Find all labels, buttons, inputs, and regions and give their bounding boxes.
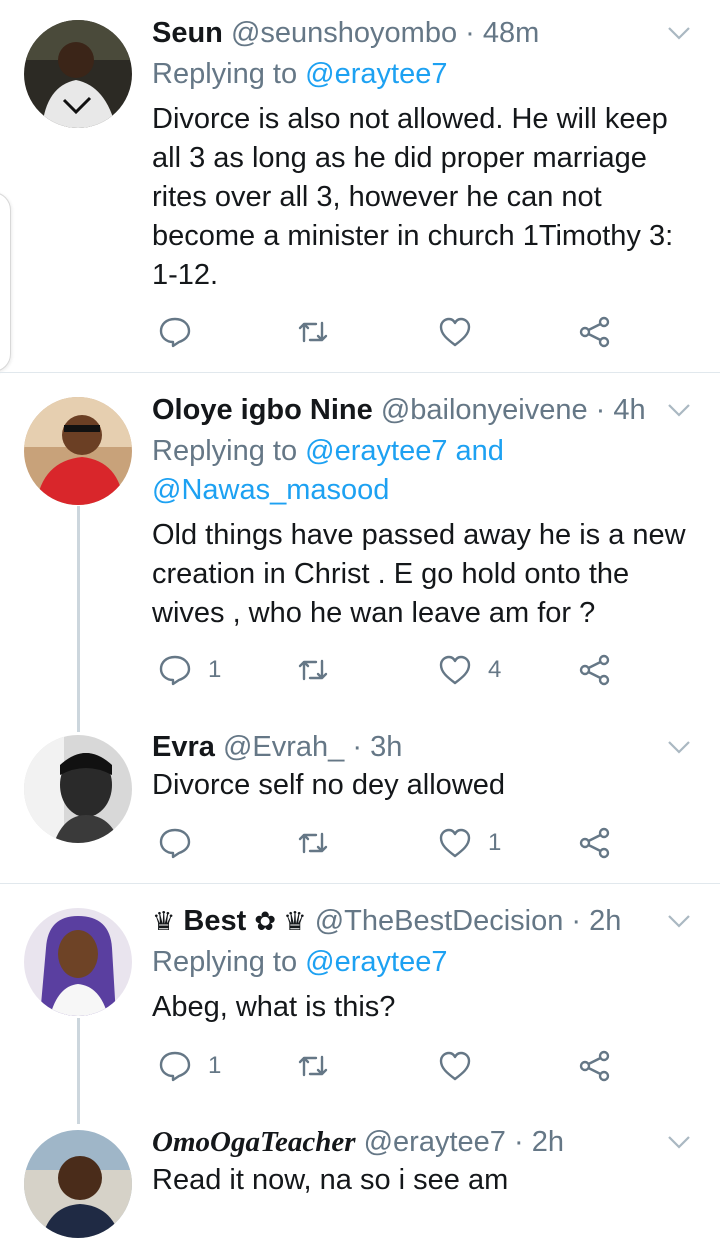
share-button[interactable]	[578, 650, 612, 690]
username[interactable]: @Evrah_	[223, 731, 344, 763]
tweet-actions: 1	[152, 1046, 632, 1086]
tweet-text: Divorce self no dey allowed	[152, 769, 506, 801]
retweet-button[interactable]	[296, 823, 346, 863]
separator: ·	[352, 731, 363, 763]
share-icon	[579, 827, 610, 859]
display-name-emoji: ✿ ♛	[254, 906, 307, 936]
reply-button[interactable]: 1	[158, 650, 221, 690]
timestamp[interactable]: 3h	[370, 731, 402, 763]
tweet-actions: 1 4	[152, 650, 632, 690]
reply-icon	[159, 655, 191, 686]
tweet-text: Abeg, what is this?	[152, 991, 396, 1023]
replying-to-label: Replying to	[152, 435, 298, 467]
retweet-button[interactable]	[296, 312, 346, 352]
share-button[interactable]	[578, 823, 612, 863]
share-icon	[579, 316, 610, 348]
reply-icon	[159, 317, 191, 348]
retweet-icon	[298, 659, 328, 681]
tweet[interactable]: Evra @Evrah_ · 3h Divorce self no dey al…	[0, 725, 720, 883]
chevron-down-icon[interactable]	[666, 908, 692, 934]
like-button[interactable]: 1	[438, 823, 501, 863]
username[interactable]: @bailonyeivene	[381, 394, 588, 426]
username[interactable]: @eraytee7	[364, 1126, 506, 1158]
retweet-button[interactable]	[296, 1046, 346, 1086]
display-name[interactable]: Oloye igbo Nine	[152, 394, 373, 426]
retweet-icon	[298, 1055, 328, 1077]
reply-count: 1	[208, 656, 222, 683]
replying-to-conjunction[interactable]: and	[456, 435, 504, 467]
separator: ·	[465, 17, 475, 49]
heart-icon	[439, 317, 471, 347]
mention-link[interactable]: @eraytee7	[305, 58, 447, 90]
tweet-text: Divorce is also not allowed. He will kee…	[152, 103, 674, 291]
tweet-header: OmoOgaTeacher @eraytee7 · 2h	[152, 1125, 660, 1159]
chevron-down-icon[interactable]	[666, 734, 692, 760]
avatar[interactable]	[24, 397, 132, 505]
replying-to: Replying to @eraytee7 and @Nawas_masood	[152, 432, 692, 510]
replying-to: Replying to @eraytee7	[152, 55, 692, 94]
separator: ·	[595, 394, 606, 426]
mention-link[interactable]: @eraytee7	[305, 946, 447, 978]
chevron-down-icon[interactable]	[666, 1129, 692, 1155]
username[interactable]: @seunshoyombo	[231, 17, 457, 49]
tweet-actions	[152, 312, 632, 352]
tweet[interactable]: ♛ Best ✿ ♛ @TheBestDecision · 2h Replyin…	[0, 884, 720, 1124]
display-name[interactable]: Best	[183, 905, 246, 937]
heart-icon	[439, 1051, 471, 1081]
display-name[interactable]: Seun	[152, 17, 223, 49]
timestamp[interactable]: 2h	[532, 1126, 564, 1158]
username[interactable]: @TheBestDecision	[315, 905, 564, 937]
mention-link[interactable]: @eraytee7	[305, 435, 447, 467]
display-name[interactable]: OmoOgaTeacher	[152, 1126, 356, 1158]
share-button[interactable]	[578, 312, 612, 352]
reply-icon	[159, 828, 191, 859]
tweet-header: ♛ Best ✿ ♛ @TheBestDecision · 2h	[152, 904, 660, 938]
tweet-text: Read it now, na so i see am	[152, 1164, 509, 1196]
replying-to: Replying to @eraytee7	[152, 943, 692, 982]
reply-button[interactable]	[158, 312, 208, 352]
timestamp[interactable]: 4h	[613, 394, 645, 426]
separator: ·	[571, 905, 582, 937]
tweet-header: Seun @seunshoyombo · 48m	[152, 16, 660, 50]
tweet-header: Evra @Evrah_ · 3h	[152, 730, 660, 764]
retweet-button[interactable]	[296, 650, 346, 690]
chevron-down-icon[interactable]	[666, 397, 692, 423]
avatar[interactable]	[24, 735, 132, 843]
share-button[interactable]	[578, 1046, 612, 1086]
timestamp[interactable]: 2h	[589, 905, 621, 937]
chevron-down-icon[interactable]	[666, 20, 692, 46]
heart-icon	[439, 828, 471, 858]
retweet-icon	[298, 321, 328, 343]
tweet-actions: 1	[152, 823, 632, 863]
display-name[interactable]: Evra	[152, 731, 215, 763]
tweet-text: Old things have passed away he is a new …	[152, 519, 686, 629]
avatar[interactable]	[24, 1130, 132, 1238]
tweet-header: Oloye igbo Nine @bailonyeivene · 4h	[152, 393, 660, 427]
timestamp[interactable]: 48m	[483, 17, 539, 49]
heart-icon	[439, 655, 471, 685]
replying-to-label: Replying to	[152, 946, 298, 978]
avatar[interactable]	[24, 20, 132, 128]
reply-icon	[159, 1051, 191, 1082]
display-name-emoji: ♛	[152, 906, 176, 936]
tweet[interactable]: OmoOgaTeacher @eraytee7 · 2h Read it now…	[0, 1124, 720, 1238]
like-count: 4	[488, 656, 502, 683]
reply-button[interactable]: 1	[158, 1046, 221, 1086]
share-icon	[579, 654, 610, 686]
share-icon	[579, 1050, 610, 1082]
separator: ·	[513, 1126, 524, 1158]
like-count: 1	[488, 829, 502, 856]
like-button[interactable]	[438, 312, 488, 352]
tweet[interactable]: Oloye igbo Nine @bailonyeivene · 4h Repl…	[0, 373, 720, 725]
reply-count: 1	[208, 1052, 222, 1079]
like-button[interactable]	[438, 1046, 488, 1086]
retweet-icon	[298, 832, 328, 854]
tweet[interactable]: Seun @seunshoyombo · 48m Replying to @er…	[0, 0, 720, 372]
like-button[interactable]: 4	[438, 650, 501, 690]
replying-to-label: Replying to	[152, 58, 298, 90]
mention-link[interactable]: @Nawas_masood	[152, 474, 389, 506]
avatar[interactable]	[24, 908, 132, 1016]
reply-button[interactable]	[158, 823, 208, 863]
